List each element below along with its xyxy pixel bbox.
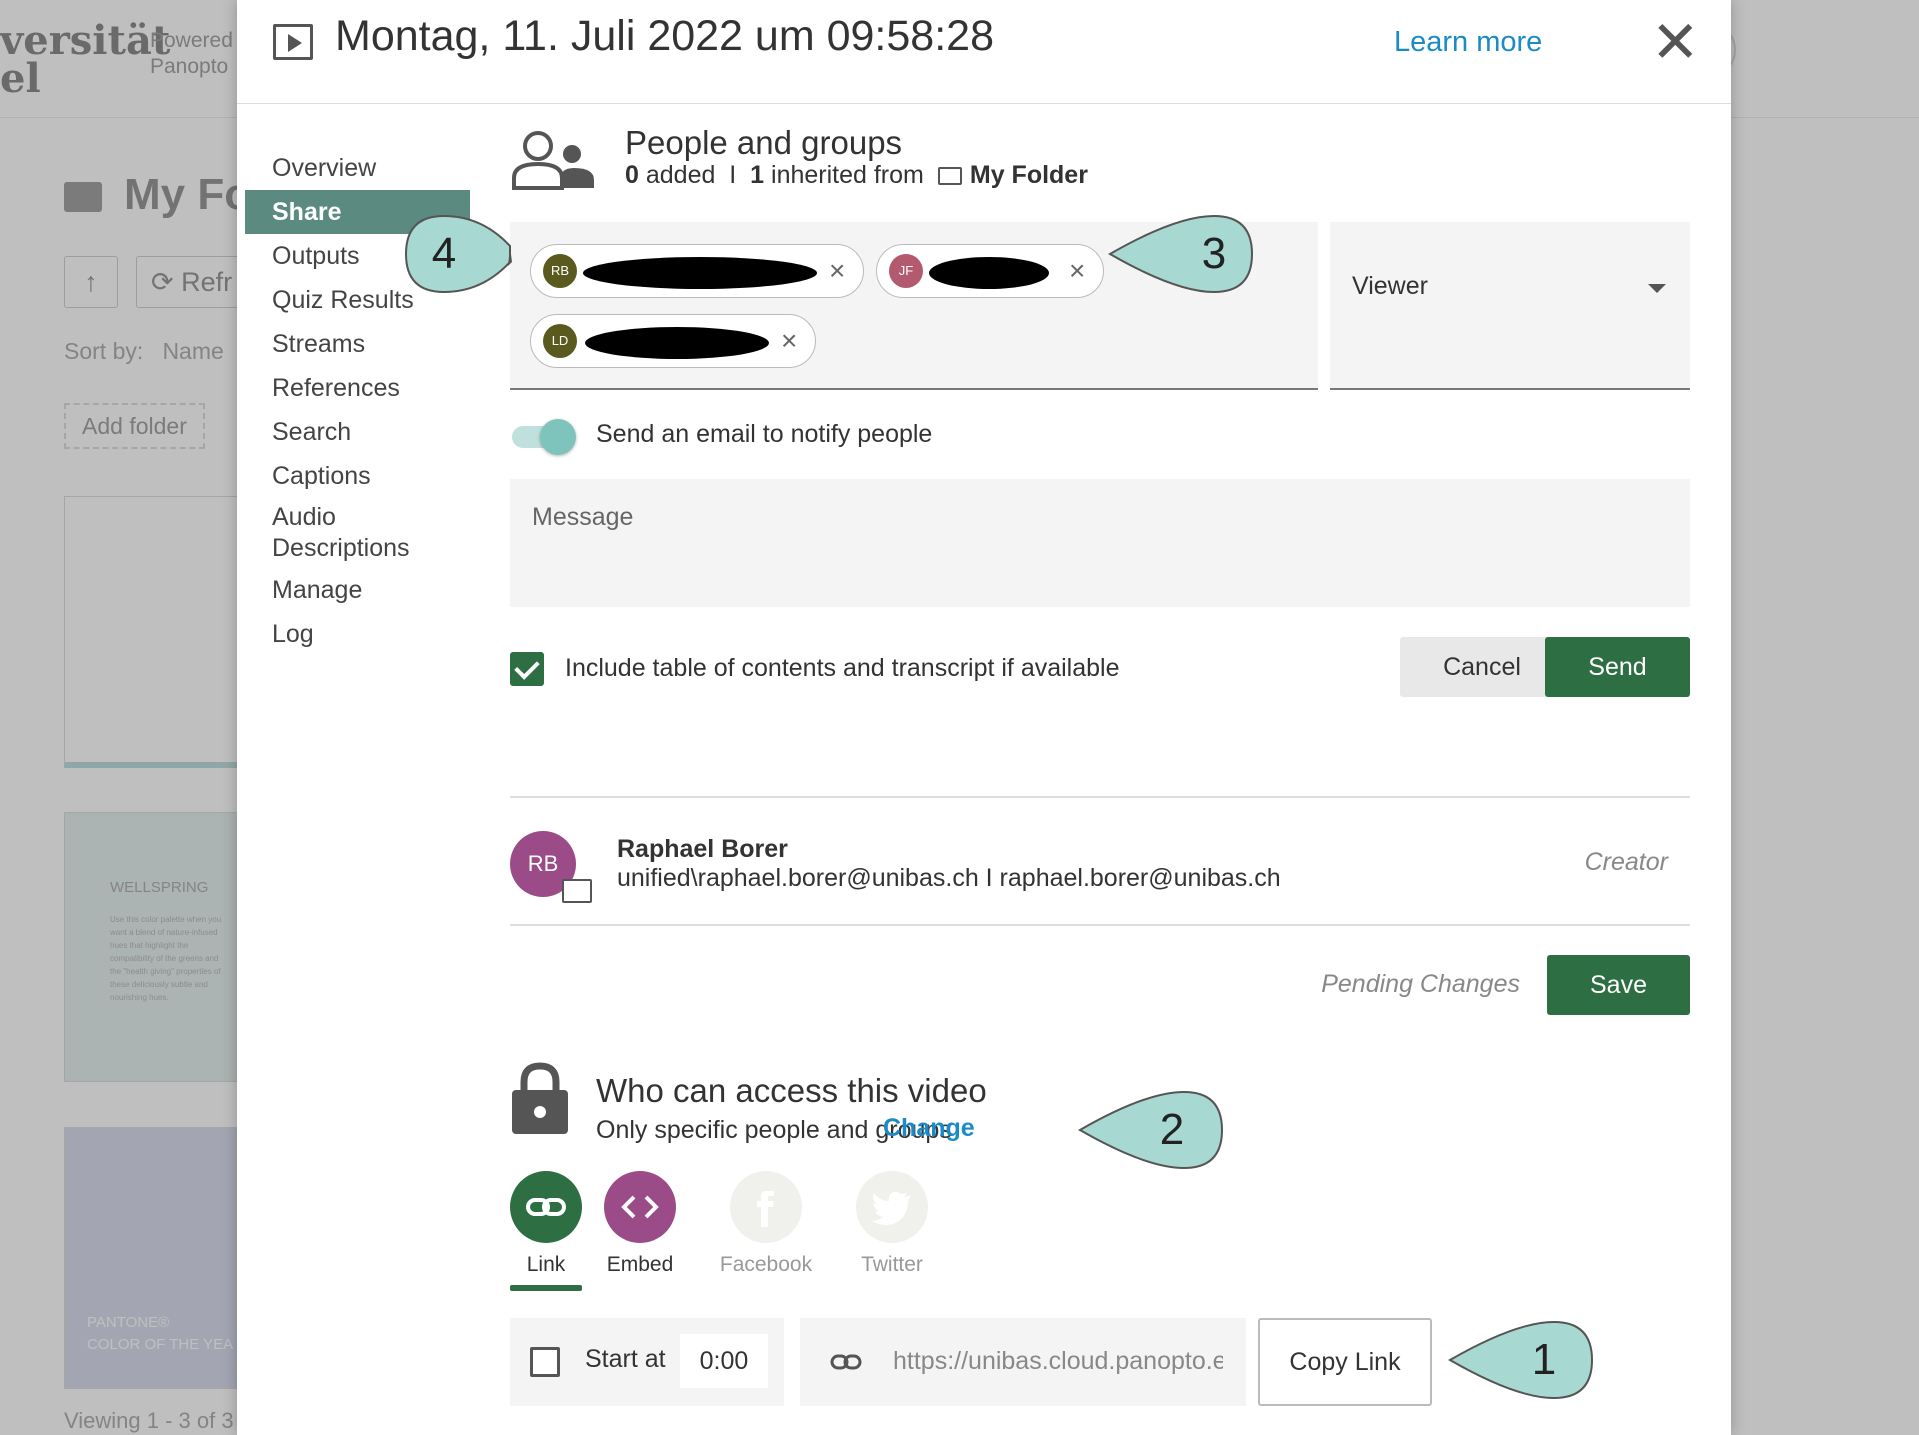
callout-1: 1	[1446, 1318, 1596, 1402]
nav-item-captions[interactable]: Captions	[245, 454, 470, 498]
send-button[interactable]: Send	[1545, 637, 1690, 697]
toggle-knob	[540, 419, 576, 455]
embed-icon	[621, 1195, 659, 1219]
nav-item-streams[interactable]: Streams	[245, 322, 470, 366]
nav-item-manage[interactable]: Manage	[245, 568, 470, 612]
modal-title: Montag, 11. Juli 2022 um 09:58:28	[335, 12, 994, 60]
link-icon	[830, 1354, 862, 1370]
callout-number: 3	[1201, 229, 1227, 278]
folder-icon	[937, 167, 962, 185]
embed-share-label: Embed	[606, 1253, 674, 1276]
redacted-name	[583, 257, 817, 289]
link-icon	[526, 1198, 566, 1216]
twitter-icon	[872, 1191, 910, 1225]
role-select-value: Viewer	[1352, 272, 1428, 300]
avatar: JF	[889, 254, 923, 288]
nav-item-log[interactable]: Log	[245, 612, 470, 656]
people-groups-icon	[512, 131, 594, 190]
person-chip: LD ×	[530, 314, 816, 368]
twitter-share-label: Twitter	[861, 1253, 923, 1276]
embed-share-button[interactable]	[604, 1171, 676, 1243]
nav-item-search[interactable]: Search	[245, 410, 470, 454]
person-chip: JF ×	[876, 244, 1104, 298]
callout-number: 1	[1531, 1335, 1557, 1384]
chevron-down-icon	[1648, 284, 1666, 293]
redacted-name	[929, 257, 1049, 289]
pending-changes-label: Pending Changes	[1321, 970, 1520, 998]
share-url-field[interactable]: https://unibas.cloud.panopto.eu	[800, 1318, 1246, 1406]
redacted-name	[585, 327, 769, 359]
change-access-link[interactable]: Change	[883, 1114, 975, 1143]
link-share-button[interactable]	[510, 1171, 582, 1243]
remove-chip-icon[interactable]: ×	[781, 326, 797, 356]
notify-label: Send an email to notify people	[596, 420, 933, 448]
access-title: Who can access this video	[596, 1072, 987, 1109]
video-play-icon	[273, 24, 313, 60]
nav-item-audio-descriptions[interactable]: Audio Descriptions	[245, 498, 470, 568]
role-select[interactable]: Viewer	[1330, 222, 1690, 390]
include-toc-label: Include table of contents and transcript…	[565, 654, 1120, 682]
active-tab-underline	[510, 1285, 582, 1291]
modal-header: Montag, 11. Juli 2022 um 09:58:28 Learn …	[237, 0, 1731, 104]
divider	[510, 796, 1690, 798]
message-placeholder: Message	[532, 503, 634, 531]
copy-link-button[interactable]: Copy Link	[1258, 1318, 1432, 1406]
callout-2: 2	[1076, 1088, 1226, 1172]
nav-item-references[interactable]: References	[245, 366, 470, 410]
remove-chip-icon[interactable]: ×	[829, 256, 845, 286]
callout-3: 3	[1106, 212, 1256, 296]
include-toc-checkbox[interactable]	[510, 652, 544, 686]
start-time-input[interactable]: 0:00	[680, 1334, 768, 1388]
save-button[interactable]: Save	[1547, 955, 1690, 1015]
nav-item-overview[interactable]: Overview	[245, 146, 470, 190]
learn-more-link[interactable]: Learn more	[1394, 26, 1542, 59]
start-at-field: Start at 0:00	[510, 1318, 784, 1406]
start-at-label: Start at	[585, 1345, 666, 1373]
user-email: unified\raphael.borer@unibas.ch I raphae…	[617, 864, 1281, 892]
user-role: Creator	[1584, 848, 1668, 876]
inherited-folder-name[interactable]: My Folder	[970, 161, 1088, 189]
people-groups-title: People and groups	[625, 124, 903, 161]
twitter-share-button[interactable]	[856, 1171, 928, 1243]
message-textarea[interactable]: Message	[510, 479, 1690, 607]
inherited-folder-icon	[562, 879, 592, 903]
facebook-share-label: Facebook	[719, 1253, 813, 1276]
facebook-icon	[757, 1191, 774, 1227]
user-name: Raphael Borer	[617, 835, 788, 863]
people-groups-summary: 0 added I 1 inherited from My Folder	[625, 161, 1088, 189]
facebook-share-button[interactable]	[730, 1171, 802, 1243]
person-chip: RB ×	[530, 244, 864, 298]
notify-toggle[interactable]	[510, 416, 576, 456]
remove-chip-icon[interactable]: ×	[1069, 256, 1085, 286]
callout-4: 4	[402, 212, 552, 296]
divider	[510, 924, 1690, 926]
avatar: LD	[543, 324, 577, 358]
callout-number: 4	[431, 229, 457, 278]
start-at-checkbox[interactable]	[530, 1347, 560, 1377]
cancel-button[interactable]: Cancel	[1400, 637, 1564, 697]
close-icon[interactable]: ✕	[1651, 13, 1700, 71]
share-url-text: https://unibas.cloud.panopto.eu	[893, 1347, 1223, 1375]
lock-icon	[512, 1062, 568, 1134]
callout-number: 2	[1159, 1105, 1185, 1154]
